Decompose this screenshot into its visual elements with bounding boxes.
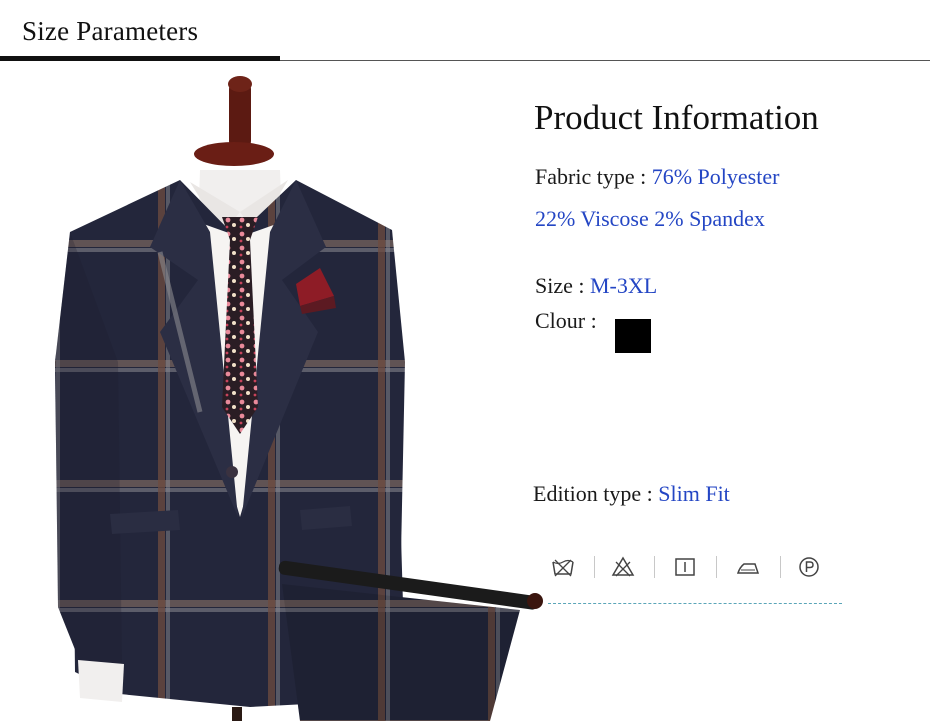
product-info-heading: Product Information (534, 98, 819, 137)
tumble-dry-icon (675, 558, 695, 576)
care-instructions (548, 550, 838, 584)
product-detail-page: Size Parameters Product Information Fabr… (0, 0, 930, 721)
size-label: Size : (535, 273, 590, 298)
product-image (55, 76, 543, 721)
care-divider (548, 603, 842, 604)
care-separator (716, 556, 717, 578)
fabric-type-value: 76% Polyester (651, 164, 780, 189)
iron-icon (736, 563, 760, 574)
do-not-wash-icon (552, 559, 574, 577)
colour-label: Clour : (535, 308, 597, 333)
fabric-type-value-continued: 22% Viscose 2% Spandex (535, 206, 765, 231)
header-accent-bar (0, 56, 280, 61)
professional-dry-clean-icon (799, 557, 819, 577)
care-separator (780, 556, 781, 578)
fabric-type-row: Fabric type : 76% Polyester (535, 164, 779, 190)
fabric-type-label: Fabric type : (535, 164, 652, 189)
edition-type-label: Edition type : (533, 481, 659, 506)
edition-type-value: Slim Fit (658, 481, 730, 506)
section-title: Size Parameters (22, 16, 199, 46)
colour-row: Clour : (535, 308, 597, 334)
colour-swatch-black[interactable] (615, 319, 651, 353)
care-separator (654, 556, 655, 578)
size-value: M-3XL (590, 273, 658, 298)
care-separator (594, 556, 595, 578)
edition-type-row: Edition type : Slim Fit (533, 481, 730, 507)
do-not-bleach-icon (611, 556, 635, 577)
size-row: Size : M-3XL (535, 273, 657, 299)
